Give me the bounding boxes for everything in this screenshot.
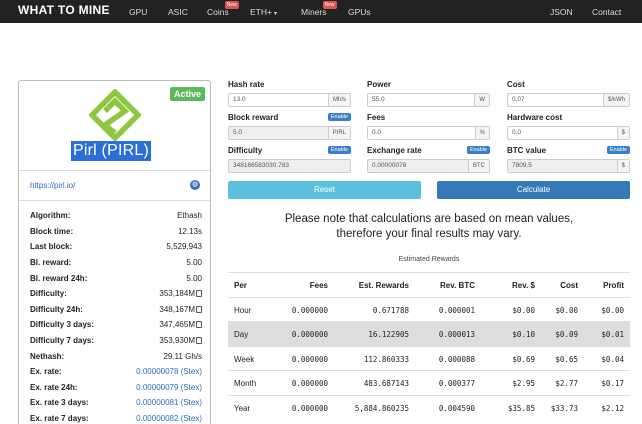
table-row: Day 0.000000 16.122905 0.000013 $0.10 $0…	[228, 321, 630, 346]
nav-asic[interactable]: ASIC	[168, 7, 188, 17]
table-row: Year 0.000000 5,884.860235 0.004590 $35.…	[228, 394, 630, 420]
calculator-icon[interactable]	[196, 305, 202, 313]
coin-website-link[interactable]: https://pirl.io/	[30, 181, 75, 190]
top-navbar: WHAT TO MINE GPU ASIC Coins New ETH+ ▾ Mi…	[0, 0, 642, 23]
divider	[19, 200, 210, 201]
calculator-icon[interactable]	[196, 337, 202, 345]
stat-ex-rate-7d: Ex. rate 7 days: 0.00000082 (Stex)	[30, 414, 202, 424]
block-reward-enable-button[interactable]: Enable	[327, 113, 351, 121]
brand-logo[interactable]: WHAT TO MINE	[18, 3, 110, 17]
nav-coins[interactable]: Coins New	[207, 1, 239, 17]
nav-gpus[interactable]: GPUs	[348, 7, 371, 17]
power-input[interactable]: 55.0 W	[367, 93, 490, 107]
stat-block-reward: Bl. reward: 5.00	[30, 258, 202, 268]
coin-name: Pirl (PIRL)	[71, 141, 151, 161]
rewards-table: Per Fees Est. Rewards Rev. BTC Rev. $ Co…	[228, 272, 630, 419]
exchange-rate-input[interactable]: 0.00000078 BTC	[367, 159, 490, 173]
globe-icon[interactable]: ◍	[190, 180, 200, 190]
block-reward-input[interactable]: 5.0 PIRL	[228, 126, 351, 140]
stat-last-block: Last block: 5,529,943	[30, 242, 202, 252]
nav-eth-plus-label: ETH+	[250, 7, 272, 17]
divider	[19, 170, 210, 171]
difficulty-input[interactable]: 348166583030.783	[228, 159, 351, 173]
stat-ex-rate-24h: Ex. rate 24h: 0.00000079 (Stex)	[30, 382, 202, 392]
nav-contact[interactable]: Contact	[592, 7, 621, 17]
nav-gpu[interactable]: GPU	[129, 7, 147, 17]
calculate-button[interactable]: Calculate	[437, 181, 630, 199]
nav-json[interactable]: JSON	[550, 7, 573, 17]
disclaimer-note: Please note that calculations are based …	[284, 213, 574, 240]
pirl-logo-icon	[89, 89, 141, 141]
stat-nethash: Nethash: 29.11 Gh/s	[30, 351, 202, 361]
stat-difficulty-24h: Difficulty 24h: 348,167M	[30, 302, 202, 318]
caret-down-icon: ▾	[273, 11, 277, 17]
cost-input[interactable]: 0.07 $/kWh	[507, 93, 630, 107]
stat-difficulty-3d: Difficulty 3 days: 347,465M	[30, 317, 202, 333]
hardware-cost-input[interactable]: 0.0 $	[507, 126, 630, 140]
table-row: Hour 0.000000 0.671788 0.000001 $0.00 $0…	[228, 296, 630, 322]
stat-ex-rate-3d: Ex. rate 3 days: 0.00000081 (Stex)	[30, 398, 202, 408]
stat-block-time: Block time: 12.13s	[30, 226, 202, 236]
coin-stats-list: Algorithm: Ethash Block time: 12.13s Last …	[30, 208, 202, 424]
new-badge: New	[224, 1, 239, 9]
table-header-row: Per Fees Est. Rewards Rev. BTC Rev. $ Co…	[228, 272, 630, 297]
calculator-icon[interactable]	[196, 321, 202, 329]
difficulty-enable-button[interactable]: Enable	[327, 146, 351, 154]
status-badge: Active	[169, 87, 205, 101]
stat-block-reward-24h: Bl. reward 24h: 5.00	[30, 273, 202, 283]
stat-algorithm: Algorithm: Ethash	[30, 211, 202, 221]
rewards-table-title: Estimated Rewards	[398, 256, 460, 263]
new-badge: New	[322, 1, 337, 9]
stat-ex-rate: Ex. rate: 0.00000078 (Stex)	[30, 367, 202, 377]
table-row: Month 0.000000 483.687143 0.000377 $2.95…	[228, 370, 630, 395]
btc-value-input[interactable]: 7809.5 $	[507, 159, 630, 173]
coin-info-panel: Active Pirl (PIRL) https://pirl.io/ ◍ Al…	[18, 80, 211, 424]
hash-rate-input[interactable]: 13.0 Mh/s	[228, 93, 351, 107]
nav-eth-plus[interactable]: ETH+ ▾	[250, 7, 277, 17]
btc-value-enable-button[interactable]: Enable	[606, 146, 630, 154]
reset-button[interactable]: Reset	[228, 181, 421, 199]
fees-input[interactable]: 0.0%	[367, 126, 490, 140]
table-row: Week 0.000000 112.860333 0.000088 $0.69 …	[228, 345, 630, 371]
stat-difficulty-7d: Difficulty 7 days: 353,930M	[30, 333, 202, 349]
nav-miners[interactable]: Miners New	[301, 1, 337, 17]
stat-difficulty: Difficulty: 353,184M	[30, 286, 202, 302]
exchange-rate-enable-button[interactable]: Enable	[466, 146, 490, 154]
calculator-icon[interactable]	[196, 290, 202, 298]
